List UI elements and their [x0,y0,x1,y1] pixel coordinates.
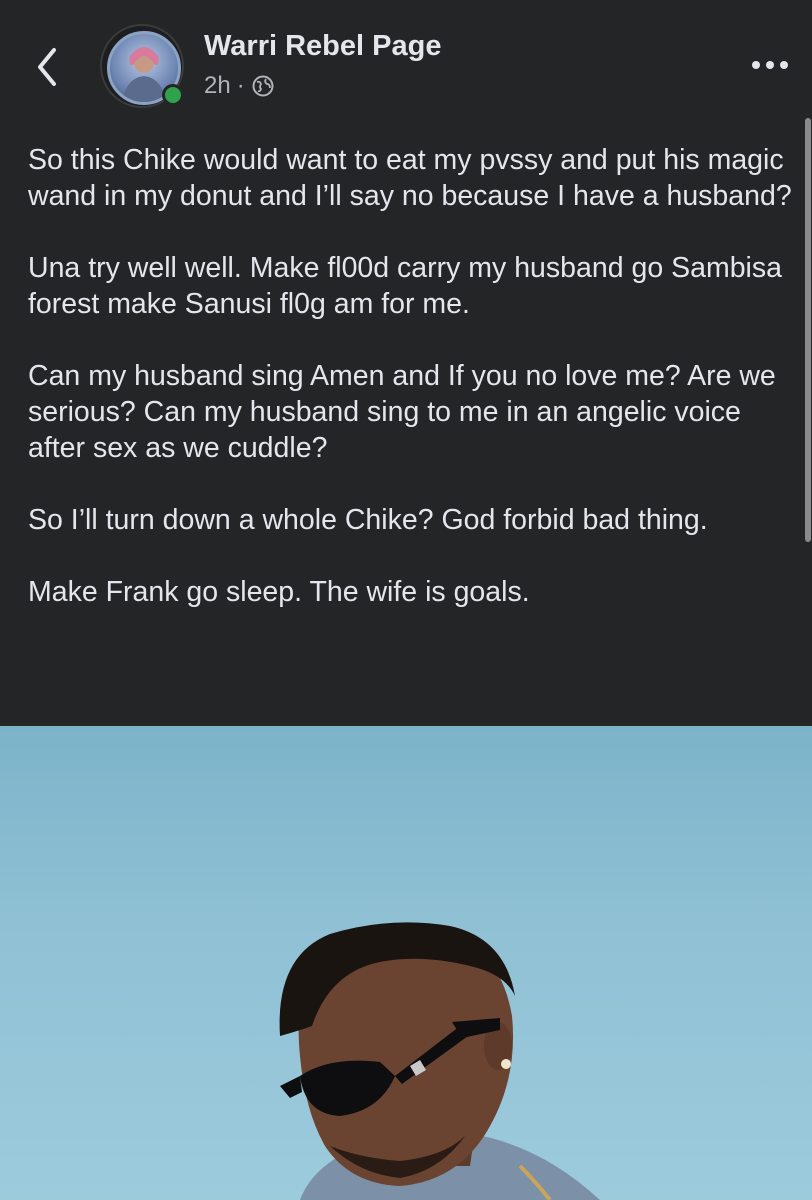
page-name[interactable]: Warri Rebel Page [204,30,441,63]
photo-image [279,922,600,1200]
post-meta: 2h · [204,72,275,100]
post-paragraph: So I’ll turn down a whole Chike? God for… [28,504,708,536]
back-button[interactable] [28,42,68,92]
post-header: Warri Rebel Page 2h · [0,0,812,130]
post-paragraph: Una try well well. Make fl00d carry my h… [28,252,782,320]
online-status-dot [162,84,184,106]
more-options-button[interactable] [748,50,792,80]
meta-separator: · [236,72,245,99]
more-horizontal-icon [752,61,788,69]
post-paragraph: Can my husband sing Amen and If you no l… [28,360,776,464]
post-paragraph: Make Frank go sleep. The wife is goals. [28,576,530,608]
globe-icon [252,75,274,97]
post-photo[interactable] [0,726,812,1200]
post-time[interactable]: 2h [204,72,231,100]
page-avatar[interactable] [100,24,186,110]
post-text: So this Chike would want to eat my pvssy… [28,142,798,646]
scrollbar[interactable] [805,118,811,542]
post-paragraph: So this Chike would want to eat my pvssy… [28,144,792,212]
chevron-left-icon [38,48,56,86]
